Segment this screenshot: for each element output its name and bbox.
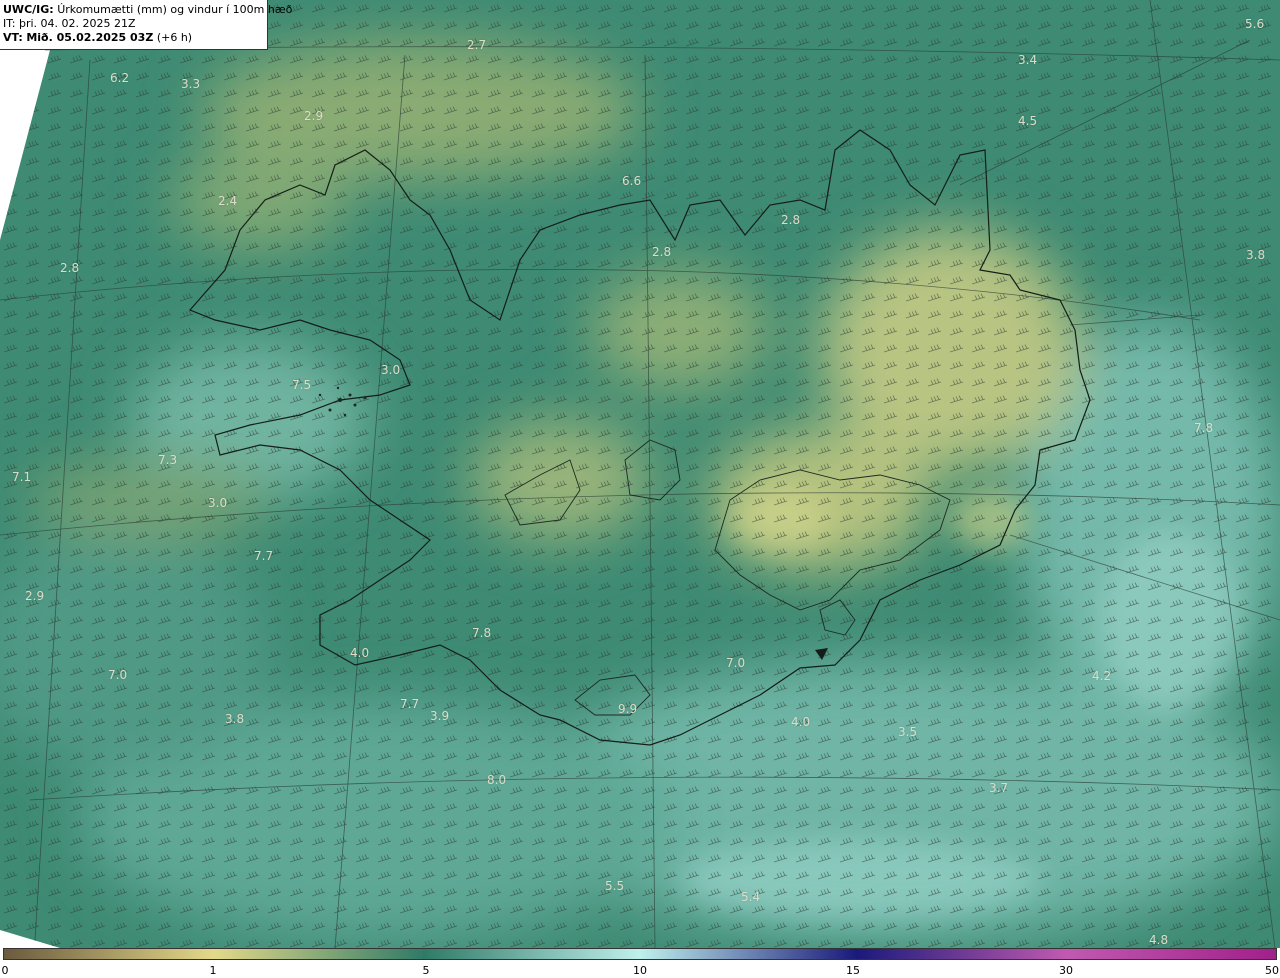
precip-value-label: 7.7 — [400, 697, 420, 711]
precip-value-label: 7.8 — [472, 626, 492, 640]
precip-value-label: 2.7 — [467, 38, 487, 52]
precip-value-label: 4.2 — [1092, 669, 1112, 683]
precip-value-label: 2.9 — [304, 109, 324, 123]
precip-value-label: 5.5 — [605, 879, 625, 893]
precip-value-label: 9.9 — [618, 702, 638, 716]
precip-value-label: 3.3 — [181, 77, 201, 91]
map-title-box: UWC/IG: Úrkomumætti (mm) og vindur í 100… — [0, 0, 292, 50]
precip-value-label: 2.8 — [781, 213, 801, 227]
precip-value-label: 3.8 — [225, 712, 245, 726]
colorbar-tick-label: 30 — [1059, 964, 1073, 977]
precip-value-label: 5.6 — [1245, 17, 1265, 31]
lead-time: (+6 h) — [156, 31, 193, 44]
product-description: Úrkomumætti (mm) og vindur í 100m hæð — [57, 3, 293, 16]
precip-value-label: 7.1 — [12, 470, 32, 484]
precipitation-map-canvas — [0, 0, 1280, 948]
colorbar-tick-label: 15 — [846, 964, 860, 977]
precip-value-label: 2.8 — [652, 245, 672, 259]
precip-value-label: 2.8 — [60, 261, 80, 275]
precip-value-label: 7.7 — [254, 549, 274, 563]
precip-value-label: 4.5 — [1018, 114, 1038, 128]
precip-value-label: 3.4 — [1018, 53, 1038, 67]
colorbar-strip — [3, 948, 1277, 960]
precip-value-label: 3.8 — [1246, 248, 1266, 262]
colorbar-legend: 0 1 5 10 15 30 50 — [0, 948, 1280, 978]
product-line: UWC/IG: Úrkomumætti (mm) og vindur í 100… — [3, 3, 292, 17]
precip-value-label: 7.0 — [726, 656, 746, 670]
precip-value-label: 3.9 — [430, 709, 450, 723]
colorbar-tick-label: 0 — [1, 964, 9, 977]
precip-value-label: 3.0 — [381, 363, 401, 377]
forecast-map: 2.7 5.6 3.4 6.2 3.3 2.9 4.5 6.6 2.4 2.8 2.8 3.8 2.8 3… — [0, 0, 1280, 948]
colorbar-tick-label: 1 — [209, 964, 217, 977]
precip-value-label: 4.0 — [791, 715, 811, 729]
precip-value-label: 3.5 — [898, 725, 918, 739]
precip-value-label: 2.4 — [218, 194, 238, 208]
init-time-line: IT: þri. 04. 02. 2025 21Z — [3, 17, 267, 31]
precip-value-label: 3.0 — [208, 496, 228, 510]
valid-prefix: VT: — [3, 31, 23, 44]
colorbar-tick-label: 50 — [1265, 964, 1279, 977]
precip-value-label: 5.4 — [741, 890, 761, 904]
precip-value-label: 2.9 — [25, 589, 45, 603]
precip-value-label: 7.0 — [108, 668, 128, 682]
precip-value-label: 8.0 — [487, 773, 507, 787]
precip-value-label: 4.0 — [350, 646, 370, 660]
precip-value-label: 6.2 — [110, 71, 130, 85]
precip-value-label: 4.8 — [1149, 933, 1169, 947]
colorbar-tick-label: 5 — [422, 964, 430, 977]
precip-value-label: 7.8 — [1194, 421, 1214, 435]
precip-value-label: 6.6 — [622, 174, 642, 188]
precip-value-label: 3.7 — [989, 781, 1009, 795]
precip-value-label: 7.5 — [292, 378, 312, 392]
valid-time: Mið. 05.02.2025 03Z — [26, 31, 154, 44]
init-time: þri. 04. 02. 2025 21Z — [18, 17, 136, 30]
colorbar-tick-label: 10 — [633, 964, 647, 977]
product-label: UWC/IG: — [3, 3, 54, 16]
valid-time-line: VT: Mið. 05.02.2025 03Z (+6 h) — [3, 31, 267, 45]
init-prefix: IT: — [3, 17, 16, 30]
precip-value-label: 7.3 — [158, 453, 178, 467]
